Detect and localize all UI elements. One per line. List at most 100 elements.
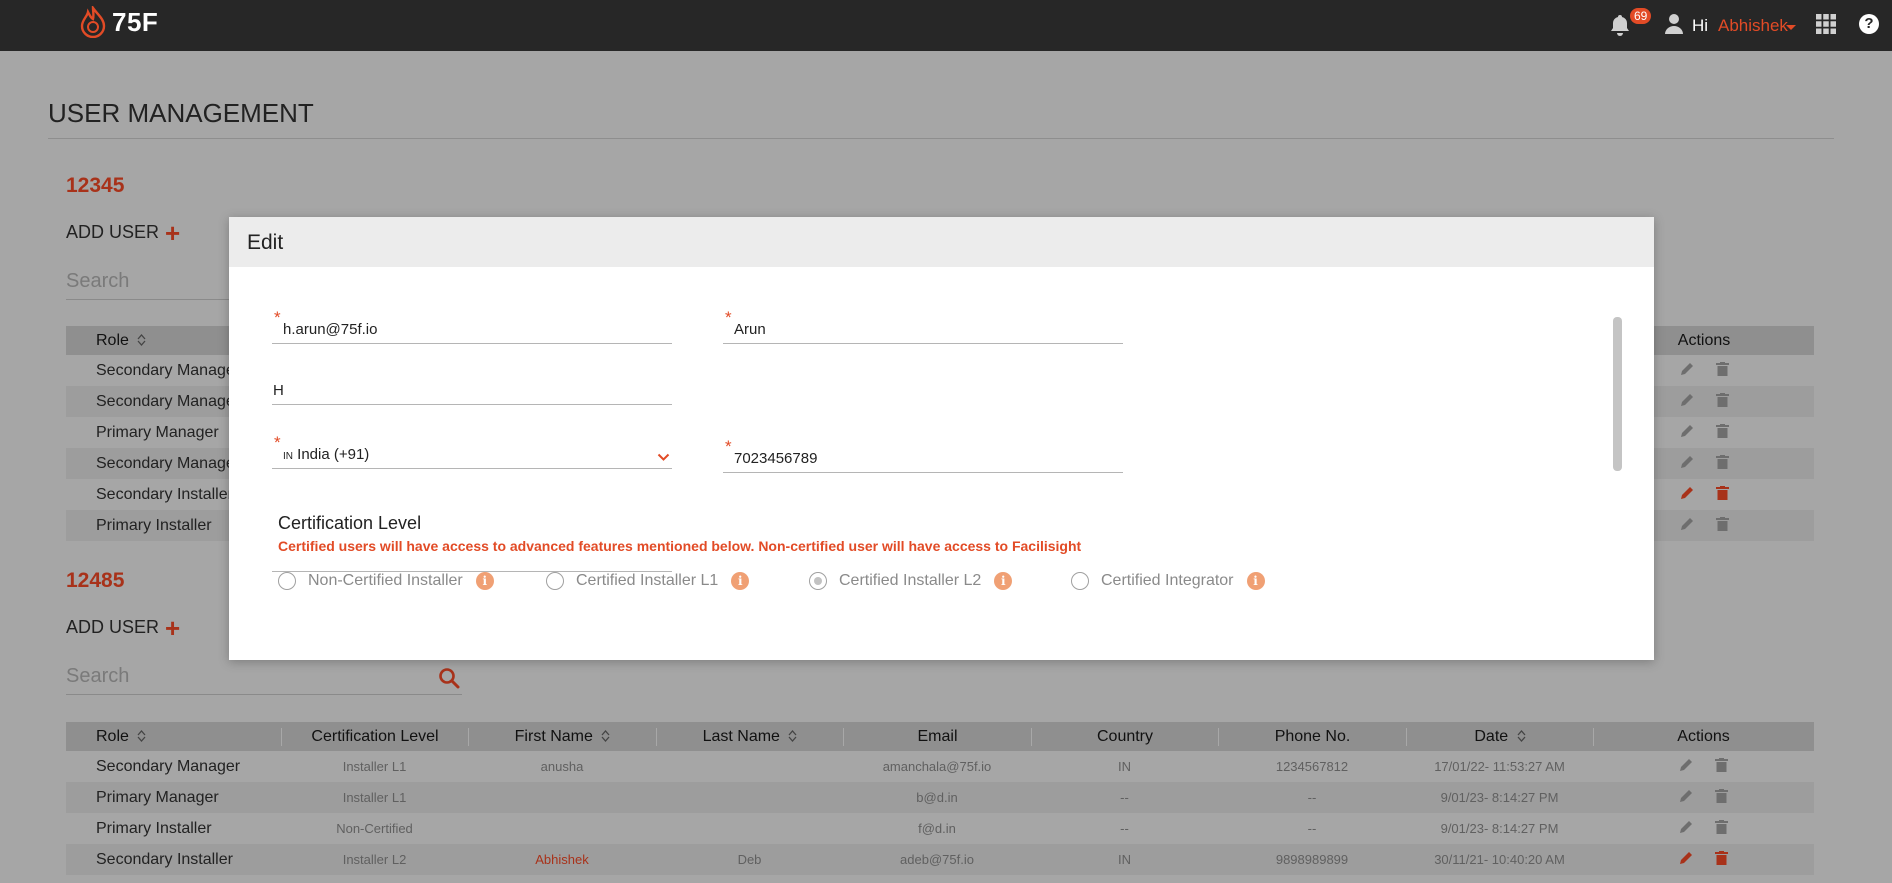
delete-icon[interactable]	[1715, 516, 1729, 531]
certification-title: Certification Level	[278, 513, 422, 533]
chevron-down-icon[interactable]	[657, 453, 670, 462]
radio-button[interactable]	[1071, 572, 1089, 590]
edit-icon[interactable]	[1679, 758, 1693, 772]
sort-icon[interactable]	[788, 730, 797, 743]
sort-icon[interactable]	[137, 730, 146, 743]
column-header-first-name[interactable]: First Name	[468, 727, 656, 746]
add-user-button[interactable]: ADD USER +	[66, 615, 180, 641]
edit-icon[interactable]	[1679, 820, 1693, 834]
notification-badge: 69	[1630, 8, 1652, 24]
radio-button[interactable]	[546, 572, 564, 590]
column-header-country: Country	[1031, 727, 1218, 746]
country-select[interactable]: * IN India (+91)	[272, 433, 672, 469]
email-cell: b@d.in	[916, 790, 958, 805]
edit-icon[interactable]	[1680, 455, 1694, 469]
info-icon[interactable]: i	[1246, 572, 1265, 590]
cert-option-l2[interactable]: Certified Installer L2 i	[809, 572, 1013, 590]
site-id: 12485	[66, 569, 125, 592]
role-cell: Primary Manager	[96, 788, 219, 806]
delete-icon[interactable]	[1714, 788, 1728, 803]
cert-option-integrator[interactable]: Certified Integrator i	[1071, 572, 1265, 590]
last-name-value: H	[273, 382, 284, 399]
site-id: 12345	[66, 174, 125, 197]
cert-cell: Non-Certified	[336, 821, 413, 836]
delete-icon[interactable]	[1714, 757, 1728, 772]
column-header-date[interactable]: Date	[1406, 727, 1593, 746]
delete-icon[interactable]	[1715, 454, 1729, 469]
chevron-down-icon[interactable]	[1786, 25, 1796, 30]
cert-option-label: Certified Installer L1	[576, 572, 719, 589]
help-icon[interactable]: ?	[1859, 14, 1879, 34]
delete-icon[interactable]	[1715, 392, 1729, 407]
edit-icon[interactable]	[1679, 789, 1693, 803]
phone-cell: 9898989899	[1275, 852, 1349, 867]
cert-option-label: Certified Integrator	[1101, 572, 1234, 589]
search-input[interactable]: Search	[66, 663, 462, 695]
edit-icon[interactable]	[1680, 393, 1694, 407]
user-table: Role Certification Level First Name Last…	[66, 722, 1814, 875]
edit-icon[interactable]	[1680, 486, 1694, 500]
table-row: Secondary Installer Installer L2 Abhishe…	[66, 844, 1814, 875]
last-name-field[interactable]: H	[272, 375, 672, 405]
edit-icon[interactable]	[1680, 362, 1694, 376]
edit-icon[interactable]	[1679, 851, 1693, 865]
search-icon[interactable]	[438, 667, 460, 689]
apps-grid-icon[interactable]	[1816, 14, 1836, 34]
phone-value: 7023456789	[734, 450, 818, 467]
required-marker: *	[725, 437, 732, 456]
phone-field[interactable]: * 7023456789	[723, 437, 1123, 473]
user-menu-name[interactable]: Abhishek	[1718, 16, 1788, 36]
cert-option-label: Certified Installer L2	[839, 572, 982, 589]
cert-option-l1[interactable]: Certified Installer L1 i	[546, 572, 750, 590]
search-placeholder: Search	[66, 270, 130, 292]
country-flag: IN	[283, 451, 293, 462]
last-name-cell: Deb	[737, 852, 762, 867]
phone-cell: --	[1307, 790, 1317, 805]
edit-icon[interactable]	[1680, 424, 1694, 438]
info-icon[interactable]: i	[731, 572, 750, 590]
sort-icon[interactable]	[601, 730, 610, 743]
email-cell: adeb@75f.io	[900, 852, 974, 867]
edit-icon[interactable]	[1680, 517, 1694, 531]
bell-icon[interactable]	[1610, 14, 1630, 36]
email-field[interactable]: * h.arun@75f.io	[272, 308, 672, 344]
column-header-role[interactable]: Role	[66, 728, 281, 746]
user-icon[interactable]	[1664, 13, 1684, 35]
radio-button-selected[interactable]	[809, 572, 827, 590]
first-name-value: Arun	[734, 321, 766, 338]
add-user-button[interactable]: ADD USER +	[66, 220, 180, 246]
delete-icon[interactable]	[1715, 361, 1729, 376]
delete-icon[interactable]	[1715, 423, 1729, 438]
country-cell: --	[1120, 790, 1129, 805]
delete-icon[interactable]	[1715, 485, 1729, 500]
cert-option-non-certified[interactable]: Non-Certified Installer i	[278, 572, 494, 590]
first-name-field[interactable]: * Arun	[723, 308, 1123, 344]
info-icon[interactable]: i	[475, 572, 494, 590]
radio-button[interactable]	[278, 572, 296, 590]
add-user-label: ADD USER	[66, 617, 160, 637]
sort-icon[interactable]	[137, 334, 146, 347]
country-cell: IN	[1118, 852, 1131, 867]
cert-cell: Installer L1	[342, 759, 407, 774]
column-header-phone: Phone No.	[1218, 727, 1406, 746]
email-cell: amanchala@75f.io	[882, 759, 992, 774]
role-cell: Secondary Installer	[96, 850, 233, 868]
required-marker: *	[274, 308, 281, 327]
required-marker: *	[274, 433, 281, 452]
brand-logo[interactable]: 75F	[78, 6, 158, 38]
table-row: Primary Installer Non-Certified f@d.in -…	[66, 813, 1814, 844]
country-cell: --	[1120, 821, 1129, 836]
column-header-last-name[interactable]: Last Name	[656, 727, 843, 746]
delete-icon[interactable]	[1714, 850, 1728, 865]
role-cell: Secondary Manager	[96, 757, 241, 775]
modal-scrollbar[interactable]	[1613, 317, 1622, 471]
role-cell: Primary Installer	[96, 819, 212, 837]
logo-flame-icon	[80, 6, 106, 38]
info-icon[interactable]: i	[994, 572, 1013, 590]
delete-icon[interactable]	[1714, 819, 1728, 834]
sort-icon[interactable]	[1517, 730, 1526, 743]
modal-title: Edit	[229, 217, 1654, 267]
required-marker: *	[725, 308, 732, 327]
phone-cell: --	[1307, 821, 1317, 836]
column-header-certification: Certification Level	[281, 727, 468, 746]
